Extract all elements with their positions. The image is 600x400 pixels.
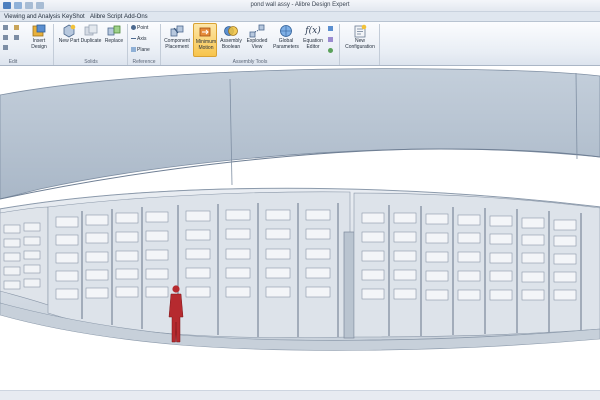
replace-button[interactable]: Replace [103,23,125,57]
group-label-edit: Edit [8,59,18,65]
minimum-motion-label: Minimum Motion [195,39,217,51]
ribbon: Insert Design Edit New Part Duplicate Re… [0,22,600,66]
group-separator [339,24,340,65]
tool-button-b[interactable] [328,37,334,44]
plane-icon [131,47,136,52]
wall-joint-post [343,231,355,339]
new-configuration-icon [352,24,368,38]
cut-icon [3,25,8,30]
global-parameters-icon [278,24,294,38]
group-label-solids: Solids [84,59,98,65]
exploded-view-icon [249,24,265,38]
assembly-boolean-label: Assembly Boolean [220,38,242,50]
exploded-view-button[interactable]: Exploded View [244,23,270,57]
tool-a-icon [328,26,333,31]
tool-button-c[interactable] [328,48,334,55]
equation-editor-label: Equation Editor [303,38,323,50]
global-parameters-button[interactable]: Global Parameters [272,23,300,57]
group-label-reference: Reference [132,59,156,65]
plane-label: Plane [137,47,150,53]
pond-wall-model[interactable] [0,67,600,390]
axis-icon [131,38,136,39]
minimum-motion-button[interactable]: Minimum Motion [193,23,217,57]
tab-keyshot[interactable]: KeyShot [62,12,85,22]
tab-alibre-script[interactable]: Alibre Script [90,12,122,22]
title-bar: pond wall assy - Alibre Design Expert [0,0,600,12]
3d-viewport[interactable] [0,67,600,390]
axis-label: Axis [137,36,147,42]
assembly-boolean-icon [223,24,239,38]
wall-panel-grid-center [47,191,351,338]
paste-button[interactable] [14,25,20,32]
wall-panel-grid-left [0,206,49,306]
copy-icon [3,35,8,40]
tool-b-icon [328,37,333,42]
replace-icon [106,24,122,38]
wall-panel-grid-right [353,192,600,338]
new-part-icon [61,24,77,38]
select-button[interactable] [14,35,20,42]
assembly-boolean-button[interactable]: Assembly Boolean [219,23,243,57]
duplicate-label: Duplicate [80,38,102,44]
group-separator [379,24,380,65]
point-icon [131,25,136,30]
paste-icon [14,25,19,30]
duplicate-icon [83,24,99,38]
new-part-button[interactable]: New Part [58,23,80,57]
replace-label: Replace [104,38,124,44]
point-button[interactable]: Point [131,25,148,32]
menu-bar: Viewing and Analysis KeyShot Alibre Scri… [0,12,600,22]
new-configuration-label: New Configuration [345,38,375,50]
equation-editor-button[interactable]: f(x) Equation Editor [301,23,325,57]
tab-add-ons[interactable]: Add-Ons [124,12,148,22]
status-bar [0,390,600,400]
axis-button[interactable]: Axis [131,36,146,43]
delete-icon [3,45,8,50]
point-label: Point [137,25,149,31]
group-label-assembly-tools: Assembly Tools [232,59,268,65]
delete-button[interactable] [3,45,9,52]
minimum-motion-icon [197,25,213,39]
copy-button[interactable] [3,35,9,42]
duplicate-button[interactable]: Duplicate [80,23,102,57]
window-title: pond wall assy - Alibre Design Expert [250,2,350,8]
insert-design-button[interactable]: Insert Design [27,23,51,57]
group-separator [160,24,161,65]
tool-button-a[interactable] [328,26,334,33]
new-part-label: New Part [58,38,80,44]
back-wall [0,68,600,200]
insert-design-icon [31,24,47,38]
new-configuration-button[interactable]: New Configuration [343,23,377,57]
component-placement-button[interactable]: Component Placement [162,23,192,57]
select-icon [14,35,19,40]
component-placement-label: Component Placement [164,38,190,50]
tool-c-icon [328,48,333,53]
cut-button[interactable] [3,25,9,32]
plane-button[interactable]: Plane [131,47,150,54]
equation-editor-icon: f(x) [305,26,321,36]
component-placement-icon [169,24,185,38]
exploded-view-label: Exploded View [246,38,268,50]
group-separator [53,24,54,65]
insert-design-label: Insert Design [31,38,47,50]
tab-viewing-and-analysis[interactable]: Viewing and Analysis [4,12,60,22]
global-parameters-label: Global Parameters [273,38,299,50]
